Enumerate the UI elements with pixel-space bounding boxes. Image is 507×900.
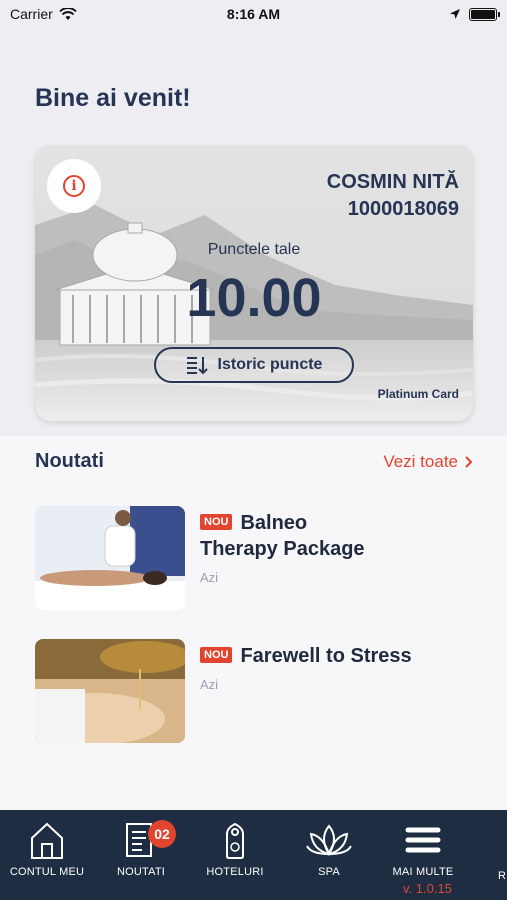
news-text: NOU Balneo Therapy Package Azi [200, 510, 473, 585]
history-list-icon [186, 357, 208, 375]
news-item[interactable]: NOU Balneo Therapy Package Azi [35, 506, 473, 610]
points-history-button[interactable]: Istoric puncte [154, 347, 354, 383]
tab-bar: CONTUL MEU 02 NOUTATI HOTELURI SPA MAI M… [0, 810, 507, 900]
news-title-line2: Therapy Package [200, 538, 365, 560]
door-hanger-icon [226, 822, 244, 859]
points-value: 10.00 [186, 268, 322, 328]
wifi-icon [59, 7, 77, 20]
tab-contul-meu[interactable]: CONTUL MEU [0, 810, 94, 900]
news-section-header: Noutati Vezi toate [35, 450, 473, 473]
notification-badge: 02 [148, 820, 176, 848]
tab-noutati[interactable]: 02 NOUTATI [94, 810, 188, 900]
points-label: Punctele tale [207, 241, 301, 258]
status-bar: Carrier 8:16 AM [0, 0, 507, 28]
tab-label: HOTELURI [206, 866, 264, 878]
tab-label: MAI MULTE [392, 866, 454, 878]
chevron-right-icon [465, 455, 473, 468]
news-title: Farewell to Stress [240, 645, 412, 667]
new-badge: NOU [200, 514, 233, 530]
see-all-label: Vezi toate [383, 451, 458, 471]
tab-partial-label: R [498, 870, 506, 882]
news-thumbnail-shirodhara [35, 639, 185, 743]
news-text: NOU Farewell to Stress Azi [200, 643, 473, 692]
loyalty-card: i COSMIN NITĂ 1000018069 Punctele tale 1… [35, 145, 473, 421]
page-title: Bine ai venit! [35, 84, 191, 112]
info-icon: i [63, 175, 85, 197]
status-right [449, 7, 500, 21]
tab-spa[interactable]: SPA [282, 810, 376, 900]
card-number: 1000018069 [347, 198, 459, 220]
news-date: Azi [200, 677, 219, 692]
tab-hoteluri[interactable]: HOTELURI [188, 810, 282, 900]
carrier-label: Carrier [10, 6, 53, 22]
app-version: v. 1.0.15 [403, 881, 452, 896]
news-item[interactable]: NOU Farewell to Stress Azi [35, 639, 473, 743]
news-section-title: Noutati [35, 450, 104, 472]
points-history-label: Istoric puncte [217, 356, 323, 373]
news-title: Balneo [240, 512, 308, 534]
see-all-link[interactable]: Vezi toate [383, 452, 473, 472]
news-thumbnail-massage [35, 506, 185, 610]
location-arrow-icon [450, 9, 460, 19]
battery-icon [469, 7, 500, 21]
info-button[interactable]: i [47, 159, 101, 213]
card-holder-name: COSMIN NITĂ [326, 171, 459, 193]
tab-label: NOUTATI [116, 866, 166, 878]
tab-label: CONTUL MEU [9, 866, 85, 878]
tab-label: SPA [318, 866, 340, 878]
lotus-icon [306, 824, 352, 856]
new-badge: NOU [200, 647, 233, 663]
card-type-label: Platinum Card [377, 387, 459, 401]
news-date: Azi [200, 570, 219, 585]
menu-icon [405, 827, 441, 853]
house-icon [31, 822, 63, 859]
status-left: Carrier [10, 6, 77, 22]
